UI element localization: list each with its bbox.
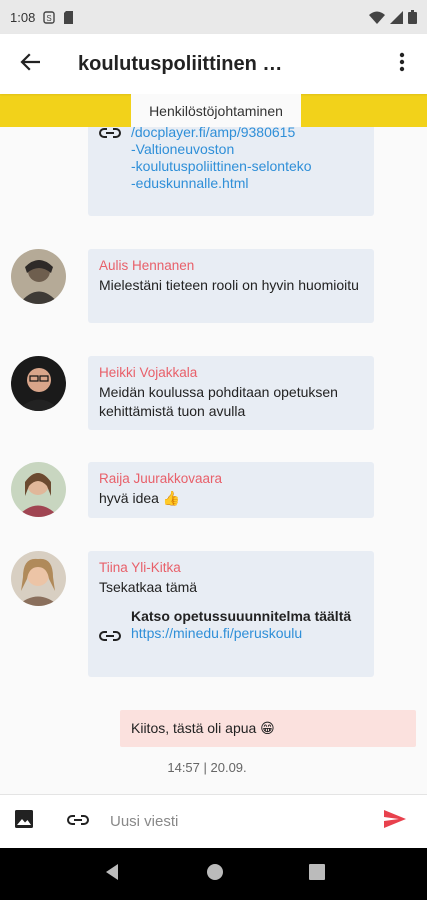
message-bubble: Tiina Yli-Kitka Tsekatkaa tämä Katso ope… <box>88 551 374 677</box>
status-bar: 1:08 S <box>0 0 427 34</box>
avatar[interactable] <box>11 249 66 304</box>
sender-name[interactable]: Heikki Vojakkala <box>99 365 363 380</box>
nav-home-icon[interactable] <box>206 863 224 886</box>
sim-card-icon <box>63 10 74 24</box>
sender-name[interactable]: Raija Juurakkovaara <box>99 471 363 486</box>
link-title[interactable]: Katso opetussuuunnitelma täältä <box>131 607 363 625</box>
message-input[interactable] <box>102 801 363 842</box>
message-text: hyvä idea 👍 <box>99 490 181 506</box>
message-list[interactable]: /docplayer.fi/amp/9380615 -Valtioneuvost… <box>0 94 427 794</box>
nav-back-icon[interactable] <box>103 863 121 886</box>
avatar[interactable] <box>11 356 66 411</box>
own-message-bubble: Kiitos, tästä oli apua 😁 <box>120 710 416 747</box>
conversation-title: koulutuspoliittinen … <box>78 52 283 75</box>
composer-bar <box>0 794 427 848</box>
message-bubble: Aulis Hennanen Mielestäni tieteen rooli … <box>88 249 374 323</box>
message-text: Tsekatkaa tämä <box>99 579 198 595</box>
message-timestamp: 14:57 | 20.09. <box>167 760 247 775</box>
nav-recents-icon[interactable] <box>308 863 325 885</box>
link-url[interactable]: /docplayer.fi/amp/9380615 -Valtioneuvost… <box>131 124 363 192</box>
signal-s-icon: S <box>43 10 56 24</box>
attach-link-button[interactable] <box>54 795 102 849</box>
link-preview[interactable]: Katso opetussuuunnitelma täältä https://… <box>99 607 363 647</box>
arrow-back-icon <box>20 52 41 76</box>
topic-label[interactable]: Henkilöstöjohtaminen <box>131 94 301 127</box>
app-bar: koulutuspoliittinen … <box>0 34 427 94</box>
system-nav-bar <box>0 848 427 900</box>
image-icon <box>14 809 34 834</box>
status-time: 1:08 <box>10 9 36 25</box>
back-button[interactable] <box>0 34 60 94</box>
message-text: Meidän koulussa pohditaan opetuksen kehi… <box>99 384 338 419</box>
link-icon <box>99 607 131 647</box>
link-url[interactable]: https://minedu.fi/peruskoulu <box>131 625 363 642</box>
message-bubble: Heikki Vojakkala Meidän koulussa pohdita… <box>88 356 374 430</box>
send-icon <box>383 809 407 834</box>
link-preview[interactable]: /docplayer.fi/amp/9380615 -Valtioneuvost… <box>99 124 363 192</box>
send-button[interactable] <box>363 795 427 849</box>
sender-name[interactable]: Tiina Yli-Kitka <box>99 560 363 575</box>
sender-name[interactable]: Aulis Hennanen <box>99 258 363 273</box>
attach-image-button[interactable] <box>0 795 48 849</box>
avatar[interactable] <box>11 551 66 606</box>
link-icon <box>99 124 131 144</box>
cell-signal-icon <box>390 10 403 24</box>
message-text: Mielestäni tieteen rooli on hyvin huomio… <box>99 277 359 293</box>
message-text: Kiitos, tästä oli apua 😁 <box>131 720 275 736</box>
battery-icon <box>408 10 417 24</box>
message-bubble: Raija Juurakkovaara hyvä idea 👍 <box>88 462 374 518</box>
link-icon <box>66 813 90 831</box>
more-vert-icon <box>399 52 405 77</box>
svg-text:S: S <box>47 14 52 23</box>
overflow-menu-button[interactable] <box>377 34 427 94</box>
avatar[interactable] <box>11 462 66 517</box>
wifi-icon <box>369 11 385 24</box>
